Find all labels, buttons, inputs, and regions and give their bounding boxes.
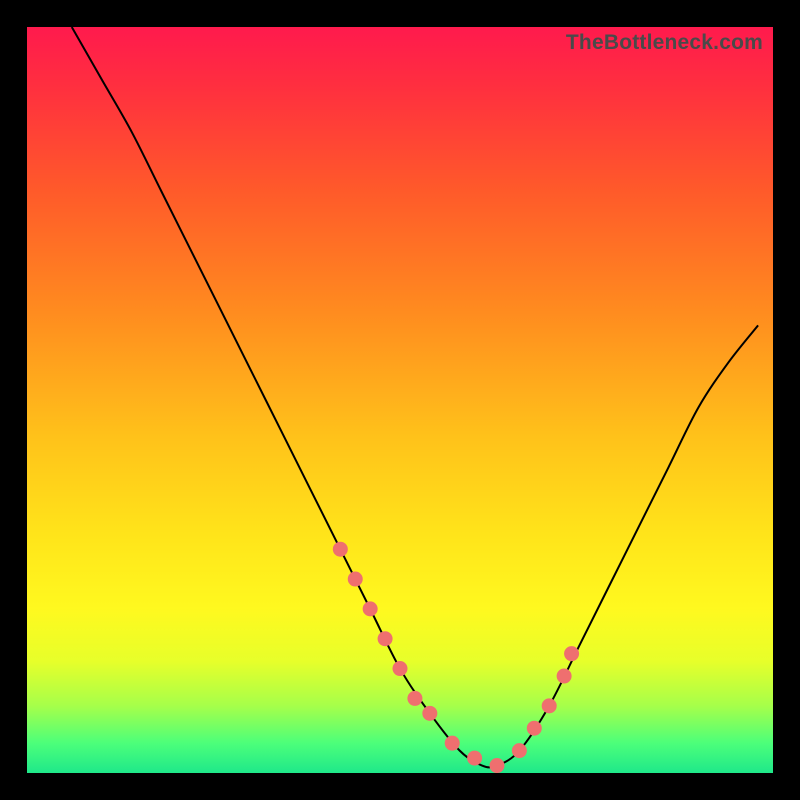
highlighted-point bbox=[422, 706, 437, 721]
highlighted-point bbox=[489, 758, 504, 773]
highlighted-point bbox=[557, 669, 572, 684]
highlighted-point bbox=[348, 572, 363, 587]
highlighted-point bbox=[527, 721, 542, 736]
highlighted-point bbox=[445, 736, 460, 751]
highlighted-point bbox=[333, 542, 348, 557]
highlighted-point bbox=[378, 631, 393, 646]
highlighted-point bbox=[363, 601, 378, 616]
highlighted-point bbox=[467, 751, 482, 766]
highlighted-point bbox=[542, 698, 557, 713]
chart-svg bbox=[27, 27, 773, 773]
highlighted-point bbox=[407, 691, 422, 706]
chart-frame: TheBottleneck.com bbox=[0, 0, 800, 800]
plot-area: TheBottleneck.com bbox=[27, 27, 773, 773]
highlighted-point bbox=[564, 646, 579, 661]
bottleneck-curve bbox=[72, 27, 758, 767]
highlighted-point bbox=[393, 661, 408, 676]
highlighted-points-group bbox=[333, 542, 579, 773]
highlighted-point bbox=[512, 743, 527, 758]
